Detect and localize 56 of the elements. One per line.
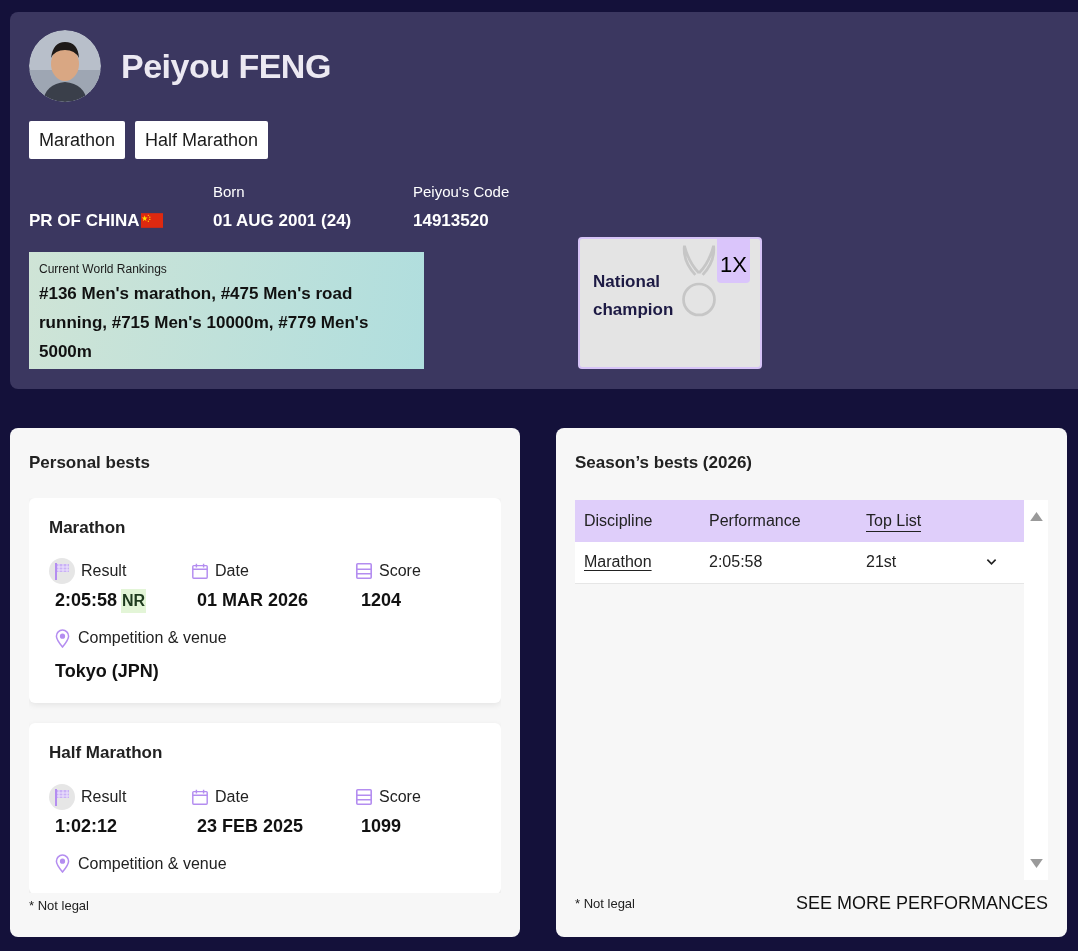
honour-count: 1X: [717, 239, 750, 283]
table-row[interactable]: Marathon 2:05:58 21st: [575, 541, 1024, 584]
honour-card[interactable]: National champion 1X: [578, 237, 762, 369]
rankings-title: Current World Rankings: [39, 261, 168, 278]
date-label: Date: [215, 561, 249, 581]
location-pin-icon: [55, 628, 70, 648]
column-header: Discipline: [584, 510, 653, 531]
finish-flag-icon: [49, 558, 75, 584]
score-label: Score: [379, 561, 421, 581]
panel-title: Personal bests: [29, 452, 151, 474]
result-value: 1:02:12: [55, 814, 118, 838]
list-icon: [355, 562, 373, 580]
discipline-tag: Marathon: [29, 121, 126, 159]
scrollbar[interactable]: [1024, 499, 1048, 880]
record-tag: NR: [121, 588, 147, 613]
country-name: PR OF CHINA: [29, 209, 140, 232]
birth-date-value: 01 AUG 2001 (24): [213, 209, 353, 232]
location-pin-icon: [55, 854, 70, 873]
score-label: Score: [379, 786, 421, 807]
see-more-link[interactable]: SEE MORE PERFORMANCES: [795, 890, 1048, 917]
scroll-up-icon: [1029, 511, 1043, 521]
discipline-link[interactable]: Marathon: [584, 553, 652, 570]
column-header: Performance: [709, 510, 801, 531]
table-cell: 21st: [866, 553, 897, 570]
discipline-tag: Half Marathon: [135, 121, 269, 159]
athlete-name: Peiyou FENG: [121, 45, 331, 87]
honour-title: National champion: [593, 271, 675, 321]
rankings-text: #136 Men's marathon, #475 Men's road running, #715 Men's 10000m, #779 Men's 5000m: [39, 283, 370, 363]
list-icon: [355, 787, 373, 806]
venue-value: Tokyo (JPN): [54, 660, 160, 683]
result-label: Result: [81, 561, 127, 581]
venue-label: Competition & venue: [78, 628, 227, 648]
score-value: 1204: [361, 589, 402, 612]
date-value: 01 MAR 2026: [197, 589, 309, 612]
scroll-down-icon: [1029, 858, 1043, 868]
date-label: Date: [215, 786, 249, 807]
table-cell: 2:05:58: [709, 553, 763, 570]
footnote: * Not legal: [575, 894, 635, 913]
result-value: 2:05:58: [55, 589, 118, 612]
discipline-title: Marathon: [49, 516, 127, 539]
calendar-icon: [191, 562, 209, 580]
athlete-code-label: Peiyou's Code: [413, 182, 511, 202]
panel-title: Season’s bests (2026): [575, 452, 753, 474]
flag-icon: [140, 212, 163, 228]
score-value: 1099: [361, 814, 402, 838]
discipline-title: Half Marathon: [49, 742, 164, 764]
calendar-icon: [191, 787, 209, 806]
sort-link[interactable]: Top List: [866, 510, 922, 532]
birth-date-label: Born: [213, 182, 246, 202]
chevron-icon[interactable]: [986, 558, 997, 566]
footnote: * Not legal: [29, 898, 89, 913]
athlete-code-value: 14913520: [413, 209, 490, 232]
result-label: Result: [81, 786, 127, 807]
finish-flag-icon: [49, 783, 75, 810]
date-value: 23 FEB 2025: [197, 814, 304, 838]
venue-label: Competition & venue: [78, 853, 227, 874]
